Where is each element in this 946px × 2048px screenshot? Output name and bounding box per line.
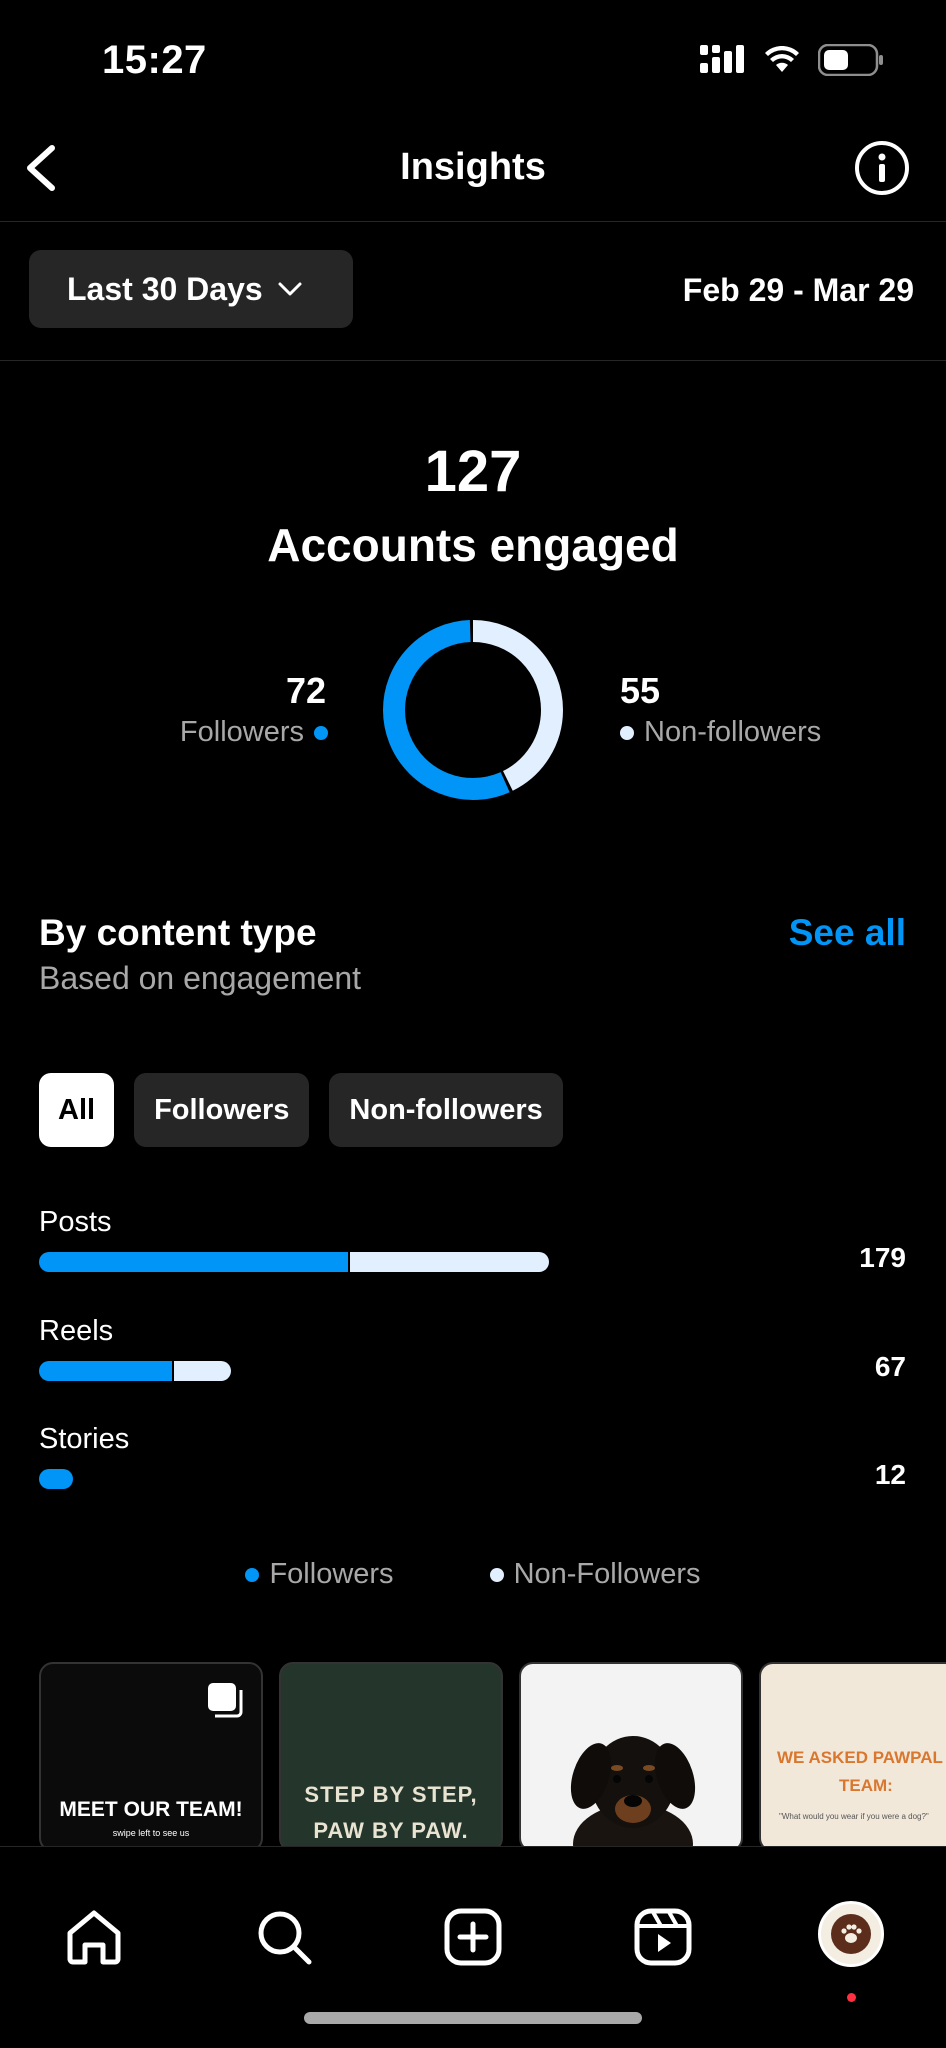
bar-stories-followers <box>39 1469 74 1489</box>
followers-dot-icon <box>314 725 328 740</box>
legend-followers: Followers <box>245 1558 394 1591</box>
non-followers-dot-icon <box>620 725 634 740</box>
content-type-label-posts: Posts <box>39 1206 112 1238</box>
content-type-value-posts: 179 <box>859 1242 906 1273</box>
content-type-value-reels: 67 <box>874 1351 906 1382</box>
chevron-down-icon <box>278 282 302 296</box>
filter-chips: All Followers Non-followers <box>39 1073 563 1147</box>
puppy-image <box>570 1736 696 1850</box>
paw-glyph-icon <box>841 1924 862 1943</box>
legend-followers-dot-icon <box>245 1567 260 1582</box>
non-followers-count: 55 <box>620 670 661 711</box>
date-range-label: Last 30 Days <box>67 270 263 307</box>
thumbnail-title-line2: TEAM: <box>839 1776 893 1795</box>
legend-non-followers-label: Non-Followers <box>513 1558 701 1590</box>
home-indicator <box>304 2012 642 2024</box>
filter-chip-non-followers[interactable]: Non-followers <box>329 1073 563 1147</box>
create-post-icon[interactable] <box>443 1907 503 1967</box>
thumbnail-title-line2: PAW BY PAW. <box>313 1818 469 1843</box>
section-subtitle: Based on engagement <box>39 960 362 996</box>
cellular-signal-icon <box>700 45 744 73</box>
bar-posts-non-followers <box>350 1252 549 1272</box>
bar-posts-followers <box>39 1252 349 1272</box>
profile-avatar[interactable] <box>818 1901 884 1967</box>
range-divider <box>0 360 946 361</box>
filter-chip-all[interactable]: All <box>39 1073 115 1147</box>
thumbnail-title-line1: WE ASKED PAWPAL <box>777 1748 943 1767</box>
paw-icon <box>831 1914 871 1954</box>
content-type-label-stories: Stories <box>39 1423 130 1455</box>
thumbnail-caption: "What would you wear if you were a dog?" <box>779 1812 929 1821</box>
wifi-icon <box>765 46 799 72</box>
non-followers-label: Non-followers <box>644 716 822 748</box>
status-time: 15:27 <box>102 38 207 82</box>
status-icons <box>700 44 884 76</box>
section-title: By content type <box>39 912 317 953</box>
legend-followers-label: Followers <box>269 1558 394 1590</box>
accounts-engaged-label: Accounts engaged <box>267 519 679 571</box>
info-icon[interactable] <box>854 140 910 196</box>
followers-label: Followers <box>179 716 304 748</box>
date-range-dates: Feb 29 - Mar 29 <box>682 272 914 308</box>
post-thumbnail[interactable]: STEP BY STEP, PAW BY PAW. <box>279 1662 503 1852</box>
post-thumbnail[interactable]: MEET OUR TEAM! swipe left to see us <box>39 1662 263 1852</box>
legend-non-followers: Non-Followers <box>489 1558 701 1591</box>
bar-reels-non-followers <box>174 1361 232 1381</box>
legend-non-followers-dot-icon <box>489 1567 504 1582</box>
see-all-link[interactable]: See all <box>789 912 906 954</box>
reels-icon[interactable] <box>633 1907 693 1967</box>
thumbnail-title-line1: STEP BY STEP, <box>304 1782 478 1807</box>
content-type-label-reels: Reels <box>39 1315 114 1347</box>
engagement-donut-chart <box>383 620 563 800</box>
post-thumbnail[interactable]: WE ASKED PAWPAL TEAM: "What would you we… <box>759 1662 946 1852</box>
non-followers-legend: Non-followers <box>620 716 821 749</box>
post-thumbnail[interactable] <box>519 1662 743 1852</box>
followers-count: 72 <box>285 670 326 711</box>
bar-reels-followers <box>39 1361 173 1381</box>
thumbnail-caption: swipe left to see us <box>112 1828 190 1838</box>
filter-chip-followers[interactable]: Followers <box>134 1073 310 1147</box>
header-divider <box>0 221 946 222</box>
page-title: Insights <box>400 146 546 188</box>
carousel-icon <box>208 1683 243 1718</box>
battery-icon <box>818 44 883 76</box>
followers-legend: Followers <box>180 716 328 749</box>
search-icon[interactable] <box>254 1907 314 1967</box>
content-type-value-stories: 12 <box>874 1459 906 1490</box>
thumbnail-title: MEET OUR TEAM! <box>59 1798 243 1821</box>
chart-legend: Followers Non-Followers <box>0 1558 946 1591</box>
date-range-selector[interactable]: Last 30 Days <box>29 250 353 328</box>
accounts-engaged-total: 127 <box>424 439 522 504</box>
home-icon[interactable] <box>64 1907 124 1967</box>
notification-dot <box>847 1993 856 2002</box>
